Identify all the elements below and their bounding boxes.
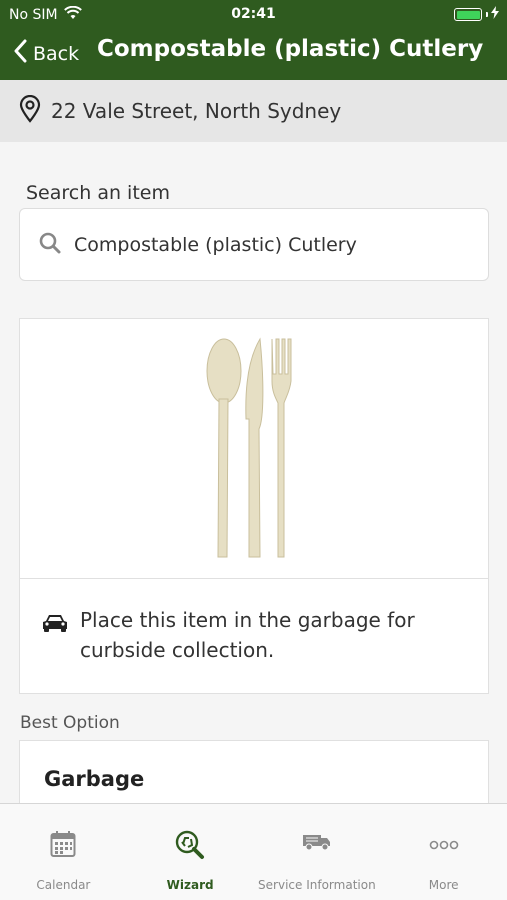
calendar-icon [50,830,76,860]
back-button[interactable]: Back [13,39,79,68]
nav-bar: Back Compostable (plastic) Cutlery [0,30,507,80]
search-label: Search an item [26,182,170,204]
tab-label: Service Information [258,878,376,892]
disposal-instruction: Place this item in the garbage for curbs… [80,608,415,662]
location-pin-icon [19,94,41,128]
best-option-title: Garbage [44,767,145,791]
tab-label: Calendar [36,878,91,892]
more-icon [429,830,459,860]
car-icon [42,605,68,665]
best-option-label: Best Option [20,713,120,733]
search-input[interactable] [74,233,454,256]
best-option-card[interactable]: Garbage [19,740,489,810]
tab-bar: Calendar Wizard Service Information More [0,803,507,900]
tab-label: Wizard [166,878,214,892]
item-card: Place this item in the garbage for curbs… [19,318,489,694]
tab-wizard[interactable]: Wizard [127,804,254,900]
tab-more[interactable]: More [380,804,507,900]
page-title: Compostable (plastic) Cutlery [97,36,484,62]
search-field[interactable] [19,208,489,281]
item-image [20,319,488,579]
clock: 02:41 [231,6,276,22]
address-text: 22 Vale Street, North Sydney [51,99,342,123]
chevron-left-icon [13,39,27,68]
tab-service-information[interactable]: Service Information [254,804,381,900]
charging-icon [491,6,499,23]
address-bar[interactable]: 22 Vale Street, North Sydney [0,80,507,142]
tab-calendar[interactable]: Calendar [0,804,127,900]
status-bar: No SIM 02:41 [0,0,507,30]
recycle-search-icon [175,830,205,860]
battery-icon [454,8,482,21]
tab-label: More [428,878,459,892]
back-label: Back [33,42,80,65]
truck-icon [302,830,332,860]
search-icon [38,231,62,259]
